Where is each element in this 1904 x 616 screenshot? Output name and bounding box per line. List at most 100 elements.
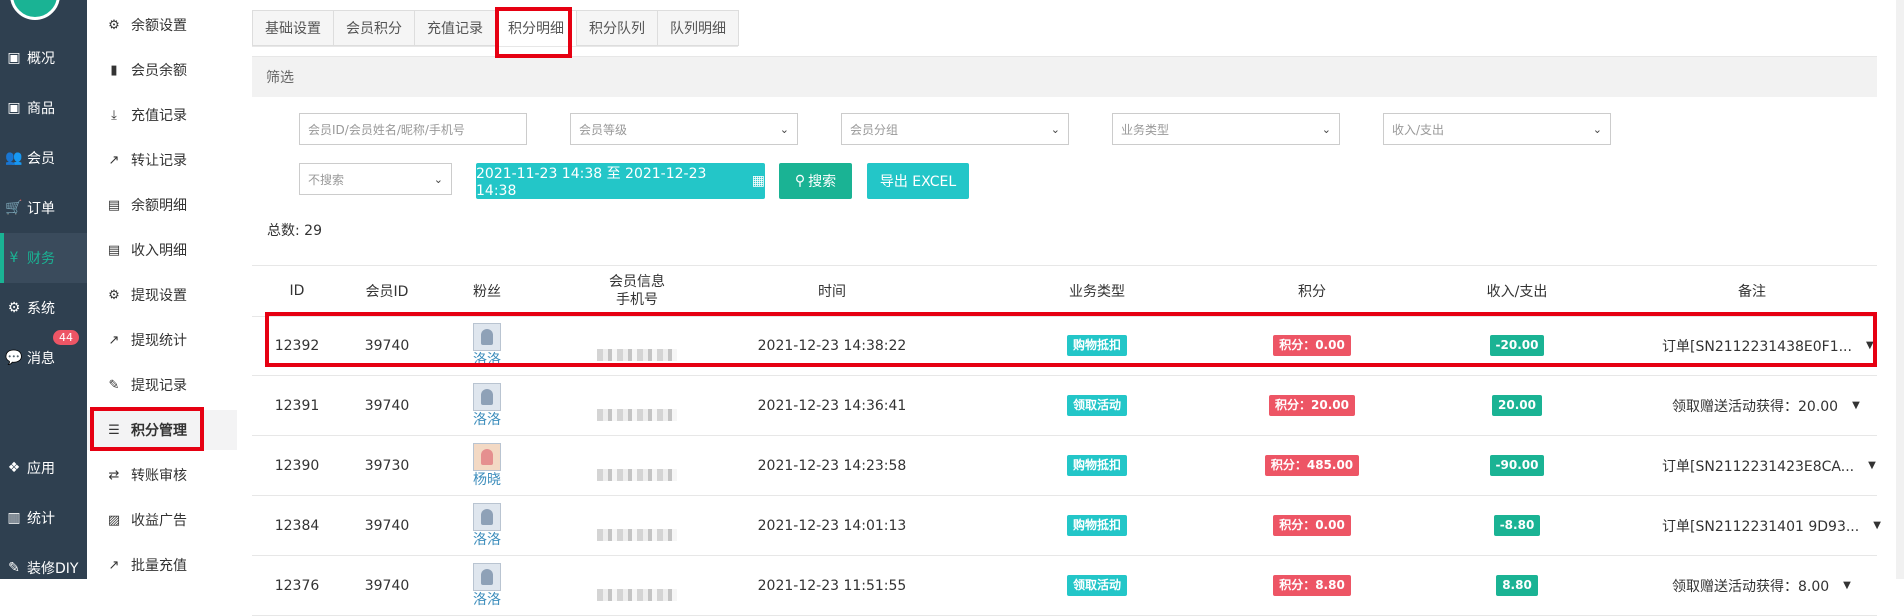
cell-biz: 购物抵扣 <box>1022 316 1172 375</box>
cell-inout: 20.00 <box>1442 376 1592 435</box>
tab-queue-details[interactable]: 队列明细 <box>657 10 739 46</box>
tab-member-points[interactable]: 会员积分 <box>333 10 415 46</box>
th-note: 备注 <box>1738 284 1766 300</box>
users-icon: 👥 <box>5 150 23 166</box>
nav-item-goods[interactable]: ▣ 商品 <box>0 88 87 128</box>
member-group-select[interactable]: 会员分组 ⌄ <box>841 113 1069 145</box>
caret-down-icon[interactable]: ▼ <box>1866 340 1874 351</box>
avatar <box>473 383 501 411</box>
inout-select[interactable]: 收入/支出 ⌄ <box>1383 113 1611 145</box>
apps-icon: ❖ <box>7 460 21 476</box>
export-excel-button[interactable]: 导出 EXCEL <box>867 163 969 199</box>
subnav-batch-recharge[interactable]: ↗ 批量充值 <box>87 545 237 585</box>
table-row[interactable]: 12390 39730 杨晓 2021-12-23 14:23:58 购物抵扣 … <box>252 436 1877 496</box>
cell-time: 2021-12-23 14:01:13 <box>757 517 907 534</box>
nav-item-apps[interactable]: ❖ 应用 <box>0 448 87 488</box>
nav-item-overview[interactable]: ▣ 概况 <box>0 38 87 78</box>
nav-item-finance[interactable]: ¥ 财务 <box>0 233 87 283</box>
nav-item-members[interactable]: 👥 会员 <box>0 138 87 178</box>
th-fans: 粉丝 <box>473 284 501 300</box>
vertical-scrollbar[interactable] <box>1896 0 1904 579</box>
filter-header: 筛选 <box>252 56 1877 97</box>
date-range-button[interactable]: 2021-11-23 14:38 至 2021-12-23 14:38 ▦ <box>476 163 765 199</box>
table-row[interactable]: 12391 39740 洛洛 2021-12-23 14:36:41 领取活动 … <box>252 376 1877 436</box>
line-chart-icon: ↗ <box>108 557 120 573</box>
table-row[interactable]: 12392 39740 洛洛 2021-12-23 14:38:22 购物抵扣 … <box>252 316 1877 376</box>
subnav-withdraw-stats[interactable]: ↗ 提现统计 <box>87 320 237 360</box>
subnav-transfer-records[interactable]: ↗ 转让记录 <box>87 140 237 180</box>
subnav-label: 转账审核 <box>131 468 187 484</box>
cell-biz: 购物抵扣 <box>1022 496 1172 555</box>
subnav-label: 转让记录 <box>131 153 187 169</box>
inout-badge: -8.80 <box>1493 515 1541 536</box>
dashboard-icon: ▣ <box>7 50 21 66</box>
keyword-input[interactable]: 会员ID/会员姓名/昵称/手机号 <box>299 113 527 145</box>
nav-label: 统计 <box>27 511 55 527</box>
cart-icon: 🛒 <box>5 200 23 216</box>
nav-item-diy[interactable]: ✎ 装修DIY <box>0 548 87 588</box>
table-row[interactable]: 12384 39740 洛洛 2021-12-23 14:01:13 购物抵扣 … <box>252 496 1881 556</box>
note-text: 领取赠送活动获得：20.00 <box>1672 398 1839 415</box>
nav-label: 概况 <box>27 51 55 67</box>
cell-member-id: 39740 <box>364 397 410 414</box>
cell-time: 2021-12-23 14:23:58 <box>757 457 907 474</box>
tab-points-details[interactable]: 积分明细 <box>495 10 577 46</box>
tab-points-queue[interactable]: 积分队列 <box>576 10 658 46</box>
subnav-revenue-ads[interactable]: ▨ 收益广告 <box>87 500 237 540</box>
cell-note[interactable]: 订单[SN2112231423E8CA... ▼ <box>1662 436 1876 495</box>
subnav-member-balance[interactable]: ▮ 会员余额 <box>87 50 237 90</box>
cell-inout: -20.00 <box>1442 316 1592 375</box>
points-badge: 积分：8.80 <box>1273 575 1351 596</box>
table-row[interactable]: 12376 39740 洛洛 2021-12-23 11:51:55 领取活动 … <box>252 556 1877 616</box>
caret-down-icon[interactable]: ▼ <box>1852 400 1860 411</box>
nav-item-messages[interactable]: 💬 消息 44 <box>0 330 87 378</box>
cell-fan: 洛洛 <box>442 376 532 435</box>
fan-name-link[interactable]: 洛洛 <box>473 532 501 548</box>
subnav-label: 提现设置 <box>131 288 187 304</box>
caret-down-icon[interactable]: ▼ <box>1868 460 1876 471</box>
fan-name-link[interactable]: 洛洛 <box>473 352 501 368</box>
subnav-label: 收益广告 <box>131 513 187 529</box>
member-level-select[interactable]: 会员等级 ⌄ <box>570 113 798 145</box>
cell-member-info-blurred <box>552 496 722 555</box>
cell-note[interactable]: 订单[SN2112231438E0F1... ▼ <box>1662 316 1874 375</box>
level-placeholder: 会员等级 <box>579 122 628 137</box>
subnav-balance-details[interactable]: ▤ 余额明细 <box>87 185 237 225</box>
tab-bar: 基础设置 会员积分 充值记录 积分明细 积分队列 队列明细 <box>252 10 739 47</box>
chevron-down-icon: ⌄ <box>1592 123 1602 136</box>
subnav-transfer-review[interactable]: ⇄ 转账审核 <box>87 455 237 495</box>
caret-down-icon[interactable]: ▼ <box>1843 580 1851 591</box>
subnav-withdraw-settings[interactable]: ⚙ 提现设置 <box>87 275 237 315</box>
tab-recharge-records[interactable]: 充值记录 <box>414 10 496 46</box>
fan-name-link[interactable]: 洛洛 <box>473 412 501 428</box>
tab-basic-settings[interactable]: 基础设置 <box>252 10 334 46</box>
cell-note[interactable]: 订单[SN2112231401 9D93... ▼ <box>1662 496 1881 555</box>
export-label: 导出 EXCEL <box>879 174 957 190</box>
inout-badge: 20.00 <box>1492 395 1542 416</box>
nav-item-stats[interactable]: ▥ 统计 <box>0 498 87 538</box>
subnav-label: 余额设置 <box>131 18 187 34</box>
caret-down-icon[interactable]: ▼ <box>1873 520 1881 531</box>
biz-type-select[interactable]: 业务类型 ⌄ <box>1112 113 1340 145</box>
subnav-points-management[interactable]: ☰ 积分管理 <box>87 410 237 450</box>
nav-item-orders[interactable]: 🛒 订单 <box>0 188 87 228</box>
bar-chart-icon: ▥ <box>7 510 21 526</box>
cell-note[interactable]: 领取赠送活动获得：20.00 ▼ <box>1672 376 1860 435</box>
subnav-recharge-records[interactable]: ⤓ 充值记录 <box>87 95 237 135</box>
subnav-income-details[interactable]: ▤ 收入明细 <box>87 230 237 270</box>
logo <box>10 0 60 20</box>
nav-item-system[interactable]: ⚙ 系统 <box>0 288 87 328</box>
cell-id: 12376 <box>274 577 320 594</box>
group-placeholder: 会员分组 <box>850 122 899 137</box>
search-button[interactable]: ⚲ 搜索 <box>779 163 852 199</box>
time-search-select[interactable]: 不搜索 ⌄ <box>299 163 452 195</box>
nav-label: 财务 <box>27 251 55 267</box>
fan-name-link[interactable]: 杨晓 <box>473 472 501 488</box>
subnav-withdraw-records[interactable]: ✎ 提现记录 <box>87 365 237 405</box>
note-text: 订单[SN2112231401 9D93... <box>1662 518 1860 535</box>
avatar <box>473 323 501 351</box>
note-text: 订单[SN2112231423E8CA... <box>1662 458 1855 475</box>
cell-note[interactable]: 领取赠送活动获得：8.00 ▼ <box>1672 556 1851 615</box>
subnav-balance-settings[interactable]: ⚙ 余额设置 <box>87 5 237 45</box>
fan-name-link[interactable]: 洛洛 <box>473 592 501 608</box>
